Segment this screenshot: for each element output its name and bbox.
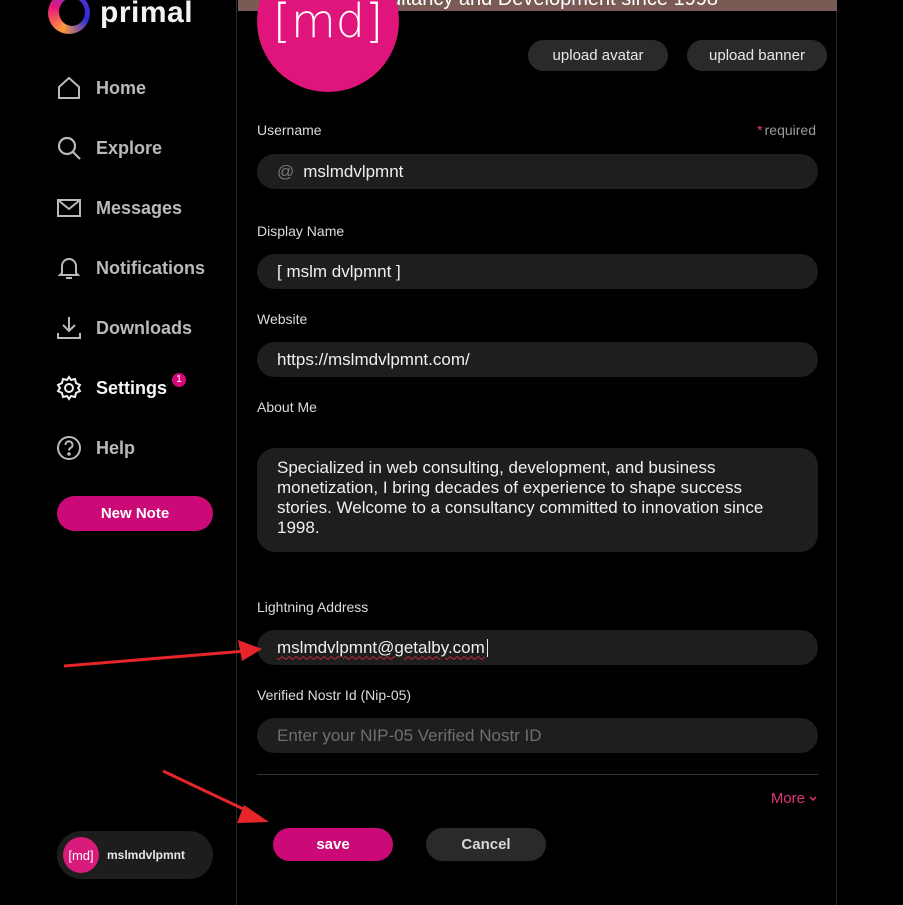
website-field[interactable]: https://mslmdvlpmnt.com/ [257, 342, 818, 377]
required-note: * required [757, 122, 816, 138]
avatar: [md] [63, 837, 99, 873]
upload-avatar-button[interactable]: upload avatar [528, 40, 668, 71]
lightning-value: mslmdvlpmnt@getalby.com [277, 637, 485, 657]
upload-banner-button[interactable]: upload banner [687, 40, 827, 71]
more-label: More [770, 790, 805, 807]
more-button[interactable]: More [771, 790, 818, 807]
sidebar-item-label: Home [96, 77, 147, 98]
about-textarea[interactable]: Specialized in web consulting, developme… [257, 448, 818, 552]
username-label: Username [257, 122, 322, 138]
download-icon [56, 315, 82, 341]
app-logo[interactable]: primal [48, 0, 193, 34]
nip05-field[interactable]: Enter your NIP-05 Verified Nostr ID [257, 718, 818, 753]
mail-icon [56, 195, 82, 221]
sidebar-item-label: Messages [96, 197, 183, 218]
save-button[interactable]: save [273, 828, 393, 861]
display-name-field[interactable]: [ mslm dvlpmnt ] [257, 254, 818, 289]
required-text: required [764, 122, 816, 138]
sidebar-item-label: Downloads [96, 317, 193, 338]
arrow-to-lightning-field [63, 640, 262, 668]
app-name: primal [100, 0, 194, 29]
profile-avatar: [md] [257, 0, 399, 92]
cancel-button[interactable]: Cancel [426, 828, 546, 861]
account-chip[interactable]: [md] mslmdvlpmnt [57, 831, 213, 879]
sidebar-item-help[interactable]: Help [56, 430, 135, 466]
about-label: About Me [257, 399, 317, 415]
display-name-value: [ mslm dvlpmnt ] [277, 261, 401, 281]
sidebar-item-settings[interactable]: Settings 1 [56, 370, 187, 406]
display-name-label: Display Name [257, 223, 345, 239]
at-prefix: @ [277, 161, 295, 181]
search-icon [56, 135, 82, 161]
bell-icon [56, 255, 82, 281]
text-caret [486, 638, 488, 657]
sidebar-item-messages[interactable]: Messages [56, 190, 182, 226]
sidebar-item-home[interactable]: Home [56, 70, 146, 106]
sidebar-item-downloads[interactable]: Downloads [56, 310, 192, 346]
primal-logo-icon [48, 0, 90, 34]
chevron-down-icon [809, 795, 817, 801]
sidebar-item-label: Notifications [96, 257, 206, 278]
sidebar-item-explore[interactable]: Explore [56, 130, 162, 166]
divider [257, 774, 818, 775]
username-value: mslmdvlpmnt [303, 161, 404, 181]
account-username: mslmdvlpmnt [107, 848, 186, 862]
edit-profile-panel: ultancy and Development since 1998 [md] … [236, 0, 837, 905]
sidebar-item-notifications[interactable]: Notifications [56, 250, 205, 286]
sidebar-item-label: Help [96, 437, 136, 458]
required-star-icon: * [757, 122, 763, 138]
home-icon [56, 75, 82, 101]
settings-badge: 1 [172, 373, 187, 387]
new-note-button[interactable]: New Note [57, 496, 213, 531]
sidebar-item-label: Settings [96, 377, 168, 398]
nip05-label: Verified Nostr Id (Nip-05) [257, 687, 412, 703]
lightning-address-field[interactable]: mslmdvlpmnt@getalby.com [257, 630, 818, 665]
lightning-label: Lightning Address [257, 599, 369, 615]
banner-text: ultancy and Development since 1998 [390, 0, 718, 11]
username-field[interactable]: @ mslmdvlpmnt [257, 154, 818, 189]
nip05-placeholder: Enter your NIP-05 Verified Nostr ID [277, 725, 542, 745]
sidebar-item-label: Explore [96, 137, 163, 158]
website-value: https://mslmdvlpmnt.com/ [277, 349, 470, 369]
website-label: Website [257, 311, 308, 327]
help-icon [56, 435, 82, 461]
gear-icon [56, 375, 82, 401]
